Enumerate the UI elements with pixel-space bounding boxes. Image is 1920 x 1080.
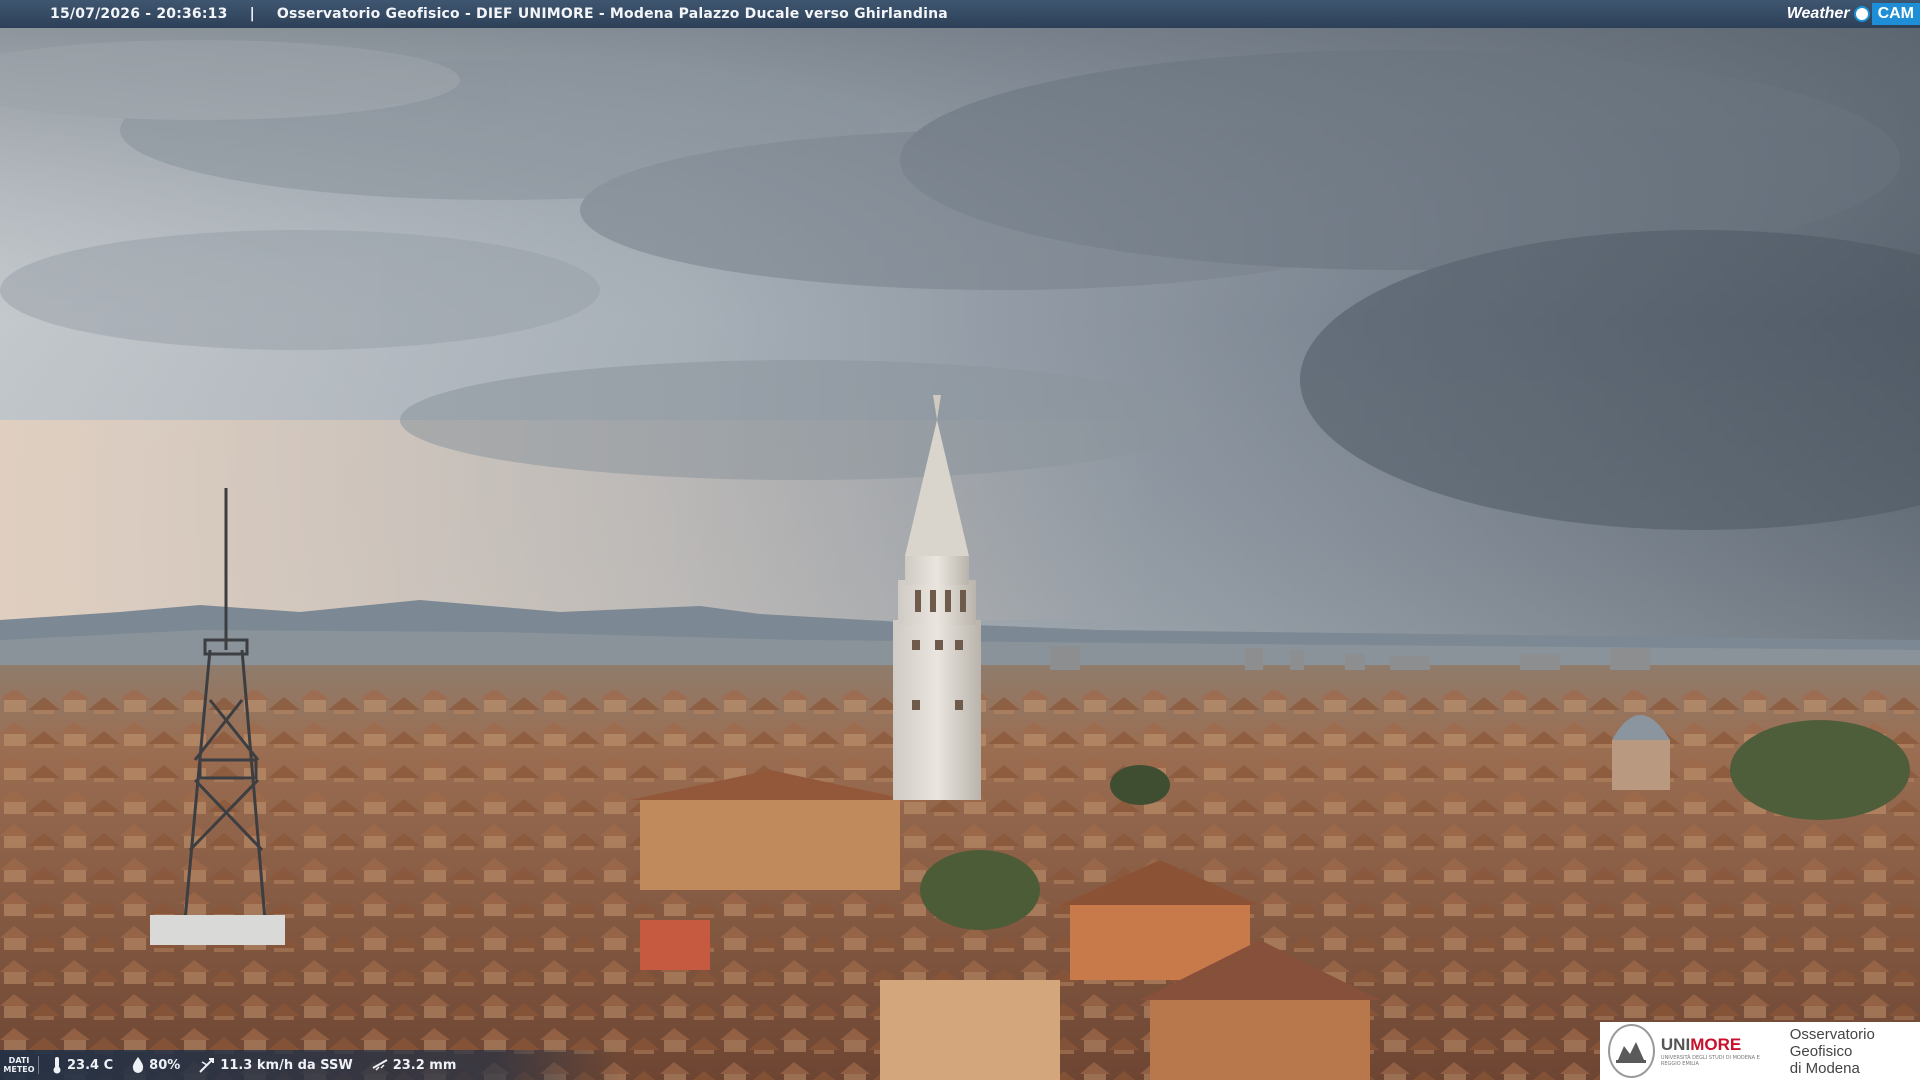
wind-value: 11.3 km/h da SSW xyxy=(220,1057,353,1073)
brand-dot-icon xyxy=(1853,6,1870,22)
header-separator: | xyxy=(249,6,255,22)
unimore-observatory-logo: UNIMORE UNIVERSITÀ DEGLI STUDI DI MODENA… xyxy=(1600,1022,1920,1080)
brand-cam-text: CAM xyxy=(1871,3,1920,25)
timestamp-label: 15/07/2026 - 20:36:13 xyxy=(50,6,228,22)
overlay-header: 15/07/2026 - 20:36:13 | Osservatorio Geo… xyxy=(0,0,1920,28)
temperature-readout: 23.4 C xyxy=(51,1056,113,1074)
unimore-suffix: MORE xyxy=(1690,1035,1742,1054)
humidity-readout: 80% xyxy=(131,1056,180,1074)
location-label: Osservatorio Geofisico - DIEF UNIMORE - … xyxy=(276,6,948,22)
wind-vane-icon xyxy=(199,1058,215,1073)
unimore-subtitle: UNIVERSITÀ DEGLI STUDI DI MODENA E REGGI… xyxy=(1660,1055,1760,1067)
observatory-name: Osservatorio Geofisico di Modena xyxy=(1790,1026,1920,1077)
unimore-name: UNIMORE xyxy=(1661,1035,1780,1055)
observatory-line-1: Osservatorio Geofisico xyxy=(1789,1025,1875,1060)
weathercam-logo: Weather CAM xyxy=(1787,0,1920,28)
university-seal-icon xyxy=(1608,1024,1655,1078)
thermometer-icon xyxy=(53,1057,61,1074)
brand-weather-text: Weather xyxy=(1786,5,1850,22)
observatory-line-2: di Modena xyxy=(1789,1059,1860,1077)
humidity-value: 80% xyxy=(149,1057,181,1073)
wind-readout: 11.3 km/h da SSW xyxy=(198,1056,353,1074)
temperature-value: 23.4 C xyxy=(67,1057,114,1073)
unimore-prefix: UNI xyxy=(1660,1035,1691,1054)
rain-icon xyxy=(372,1059,388,1071)
webcam-scene xyxy=(0,0,1920,1080)
rain-value: 23.2 mm xyxy=(392,1057,457,1073)
unimore-wordmark: UNIMORE UNIVERSITÀ DEGLI STUDI DI MODENA… xyxy=(1661,1035,1780,1067)
rain-readout: 23.2 mm xyxy=(371,1056,457,1074)
humidity-drop-icon xyxy=(133,1057,144,1073)
weather-data-label: DATI METEO xyxy=(0,1056,39,1074)
weather-data-bar: DATI METEO 23.4 C 80% 11.3 km/h da SSW 2… xyxy=(0,1050,620,1080)
